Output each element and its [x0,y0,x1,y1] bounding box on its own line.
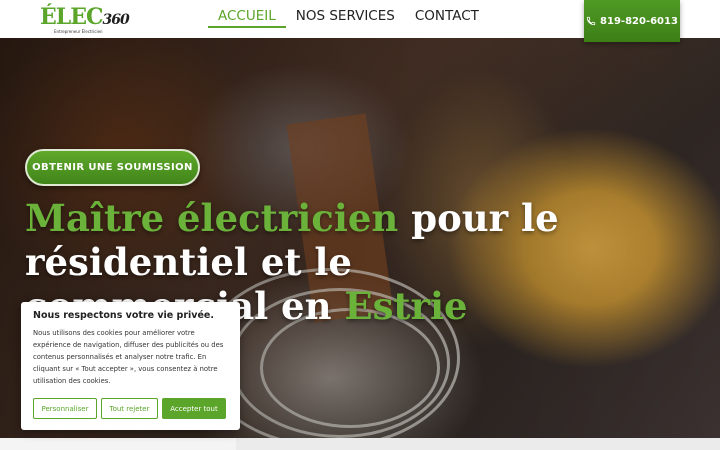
hero-title-green-region: Estrie [344,284,468,328]
logo[interactable]: ÉLEC360 Entrepreneur Électricien [40,4,130,36]
main-nav: ACCUEIL NOS SERVICES CONTACT [208,0,489,38]
next-section-edge [0,438,720,450]
get-quote-button[interactable]: OBTENIR UNE SOUMISSION [25,149,200,186]
hero-title-green: Maître électricien [25,196,399,240]
cookie-customize-button[interactable]: Personnaliser [33,398,97,419]
phone-button[interactable]: 819-820-6013 [584,0,680,42]
cookie-accept-button[interactable]: Accepter tout [162,398,226,419]
cookie-reject-button[interactable]: Tout rejeter [101,398,158,419]
cookie-title: Nous respectons votre vie privée. [33,310,214,321]
cookie-banner: Nous respectons votre vie privée. Nous u… [21,302,240,430]
site-header: ÉLEC360 Entrepreneur Électricien ACCUEIL… [0,0,720,42]
cookie-text: Nous utilisons des cookies pour améliore… [33,329,224,385]
logo-tagline: Entrepreneur Électricien [54,29,103,34]
cookie-actions: Personnaliser Tout rejeter Accepter tout [33,398,226,419]
phone-icon [586,16,596,26]
nav-item-nos-services[interactable]: NOS SERVICES [286,0,405,28]
nav-item-contact[interactable]: CONTACT [405,0,489,28]
phone-number: 819-820-6013 [600,15,678,27]
nav-item-accueil[interactable]: ACCUEIL [208,0,286,28]
